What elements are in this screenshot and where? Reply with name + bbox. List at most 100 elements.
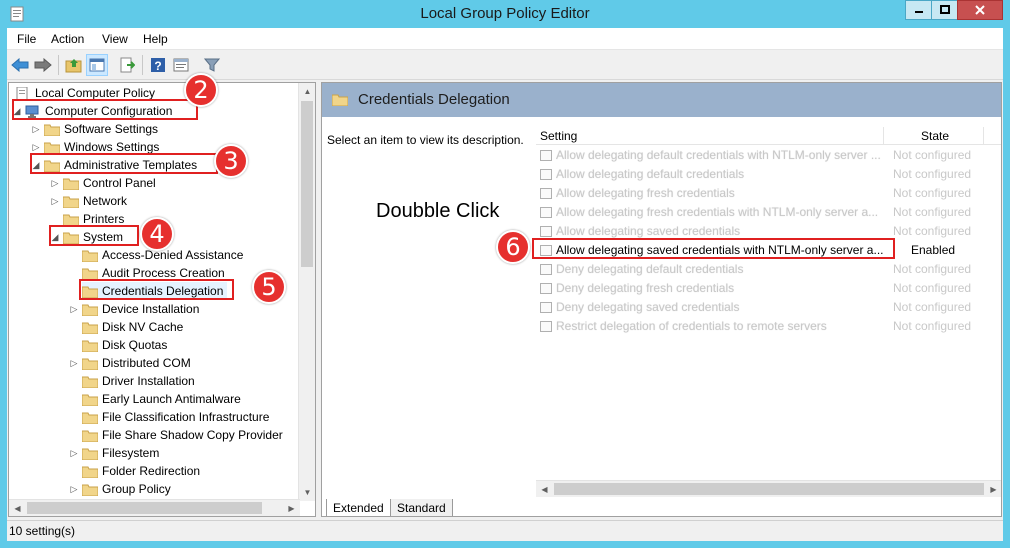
collapsed-arrow-icon[interactable]: ▷ — [68, 300, 80, 318]
folder-icon — [63, 177, 79, 190]
scrollbar-thumb[interactable] — [27, 502, 262, 514]
setting-name: Deny delegating fresh credentials — [556, 281, 735, 295]
tab-standard[interactable]: Standard — [390, 499, 453, 516]
folder-icon — [82, 303, 98, 316]
tree-item-group-policy[interactable]: ▷ Group Policy — [68, 480, 171, 498]
setting-row[interactable]: Allow delegating default credentials Not … — [536, 165, 1001, 184]
tree-item-network[interactable]: ▷ Network — [49, 192, 127, 210]
tree-item-label: Disk Quotas — [102, 338, 168, 352]
export-list-button[interactable] — [116, 54, 138, 76]
folder-icon — [63, 213, 79, 226]
column-header-state[interactable]: State — [921, 129, 949, 143]
minimize-button[interactable] — [905, 0, 932, 20]
step-badge-5: 5 — [252, 270, 286, 304]
tree-item-label: Network — [83, 194, 128, 208]
maximize-button[interactable] — [931, 0, 958, 20]
folder-icon — [63, 195, 79, 208]
close-button[interactable] — [957, 0, 1003, 20]
tree-item-label: File Classification Infrastructure — [102, 410, 270, 424]
setting-row[interactable]: Deny delegating saved credentials Not con… — [536, 298, 1001, 317]
tree-horizontal-scrollbar[interactable]: ◀ ▶ — [9, 499, 300, 516]
policy-setting-icon — [540, 207, 552, 218]
menu-help[interactable]: Help — [143, 32, 168, 46]
tree-item-file-classification-infrastructure[interactable]: File Classification Infrastructure — [82, 408, 269, 426]
column-header-setting[interactable]: Setting — [540, 129, 577, 143]
setting-name: Allow delegating default credentials — [556, 167, 745, 181]
tree-item-device-installation[interactable]: ▷ Device Installation — [68, 300, 200, 318]
details-pane: Credentials Delegation Select an item to… — [321, 82, 1002, 517]
export-list-icon — [120, 57, 135, 73]
menu-view[interactable]: View — [102, 32, 128, 46]
setting-state: Not configured — [893, 205, 972, 219]
tree-item-folder-redirection[interactable]: Folder Redirection — [82, 462, 200, 480]
scroll-up-icon[interactable]: ▲ — [299, 83, 315, 100]
forward-button[interactable] — [32, 54, 54, 76]
folder-icon — [82, 321, 98, 334]
status-text: 10 setting(s) — [9, 524, 76, 538]
setting-state: Not configured — [893, 319, 972, 333]
scroll-left-icon[interactable]: ◀ — [9, 500, 26, 516]
policy-setting-icon — [540, 321, 552, 332]
show-hide-tree-button[interactable] — [86, 54, 108, 76]
tree-item-label: Filesystem — [102, 446, 160, 460]
folder-icon — [82, 249, 98, 262]
properties-button[interactable] — [170, 54, 192, 76]
tree-item-early-launch-antimalware[interactable]: Early Launch Antimalware — [82, 390, 241, 408]
properties-icon — [173, 58, 189, 72]
collapsed-arrow-icon[interactable]: ▷ — [49, 174, 61, 192]
scrollbar-thumb[interactable] — [554, 483, 984, 495]
list-horizontal-scrollbar[interactable]: ◀ ▶ — [536, 480, 1001, 498]
details-header-title: Credentials Delegation — [358, 91, 510, 108]
tree-item-file-share-shadow-copy-provider[interactable]: File Share Shadow Copy Provider — [82, 426, 283, 444]
scrollbar-thumb[interactable] — [301, 101, 313, 267]
help-button[interactable]: ? — [147, 54, 169, 76]
minimize-icon — [914, 11, 923, 13]
column-divider[interactable] — [983, 127, 984, 145]
tree-item-software-settings[interactable]: ▷ Software Settings — [30, 120, 159, 138]
tree-item-filesystem[interactable]: ▷ Filesystem — [68, 444, 160, 462]
description-text: Select an item to view its description. — [327, 133, 524, 147]
tree-item-disk-quotas[interactable]: Disk Quotas — [82, 336, 167, 354]
collapsed-arrow-icon[interactable]: ▷ — [68, 354, 80, 372]
scroll-left-icon[interactable]: ◀ — [536, 481, 553, 498]
scroll-right-icon[interactable]: ▶ — [283, 500, 300, 516]
policy-setting-icon — [540, 264, 552, 275]
tree-item-disk-nv-cache[interactable]: Disk NV Cache — [82, 318, 183, 336]
tab-extended[interactable]: Extended — [326, 499, 391, 516]
folder-icon — [82, 393, 98, 406]
setting-name: Allow delegating default credentials wit… — [556, 148, 881, 162]
setting-row[interactable]: Deny delegating fresh credentials Not con… — [536, 279, 1001, 298]
tree-item-label: Folder Redirection — [102, 464, 201, 478]
scroll-right-icon[interactable]: ▶ — [985, 481, 1001, 498]
up-button[interactable] — [63, 54, 85, 76]
collapsed-arrow-icon[interactable]: ▷ — [68, 444, 80, 462]
setting-row[interactable]: Deny delegating default credentials Not c… — [536, 260, 1001, 279]
tree-item-control-panel[interactable]: ▷ Control Panel — [49, 174, 156, 192]
setting-row[interactable]: Allow delegating fresh credentials Not co… — [536, 184, 1001, 203]
step-badge-2: 2 — [184, 73, 218, 107]
setting-row[interactable]: Allow delegating default credentials wit… — [536, 146, 1001, 165]
tree-item-label: Control Panel — [83, 176, 156, 190]
setting-row[interactable]: Allow delegating fresh credentials with … — [536, 203, 1001, 222]
folder-icon — [82, 357, 98, 370]
column-divider[interactable] — [883, 127, 884, 145]
folder-icon — [332, 94, 348, 106]
collapsed-arrow-icon[interactable]: ▷ — [68, 480, 80, 498]
tree-item-distributed-com[interactable]: ▷ Distributed COM — [68, 354, 191, 372]
folder-icon — [82, 267, 98, 280]
policy-setting-icon — [540, 150, 552, 161]
setting-row[interactable]: Restrict delegation of credentials to re… — [536, 317, 1001, 336]
maximize-icon — [939, 5, 950, 14]
collapsed-arrow-icon[interactable]: ▷ — [49, 192, 61, 210]
menu-action[interactable]: Action — [51, 32, 84, 46]
tree-vertical-scrollbar[interactable]: ▲ ▼ — [298, 83, 315, 501]
menu-bar: File Action View Help — [7, 28, 1003, 50]
scroll-down-icon[interactable]: ▼ — [299, 484, 315, 501]
details-header: Credentials Delegation — [322, 83, 1001, 117]
tree-item-label: Disk NV Cache — [102, 320, 184, 334]
collapsed-arrow-icon[interactable]: ▷ — [30, 120, 42, 138]
menu-file[interactable]: File — [17, 32, 36, 46]
policy-setting-icon — [540, 188, 552, 199]
back-button[interactable] — [9, 54, 31, 76]
tree-item-driver-installation[interactable]: Driver Installation — [82, 372, 195, 390]
